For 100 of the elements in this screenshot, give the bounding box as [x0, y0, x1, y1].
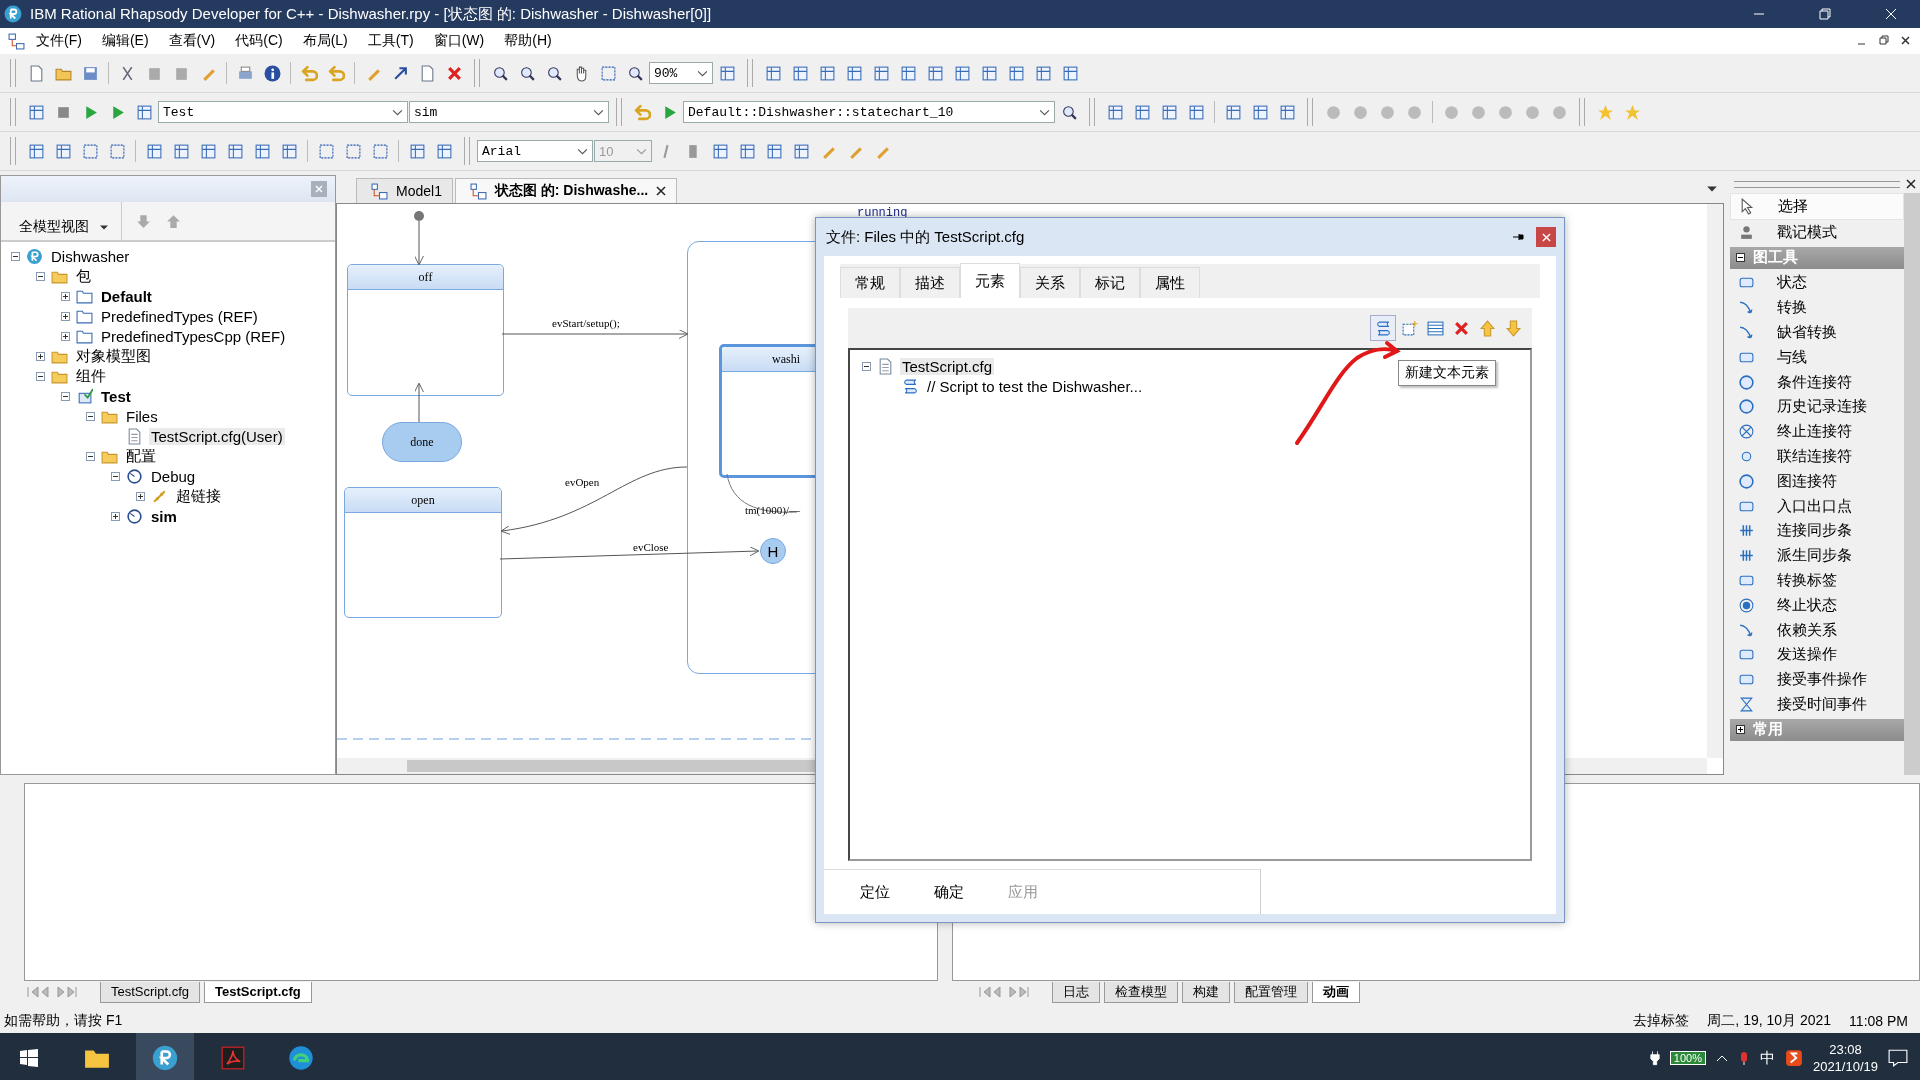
tree-item[interactable]: 包 — [74, 266, 93, 286]
palette-item[interactable]: 条件连接符 — [1730, 369, 1904, 395]
notification-icon[interactable] — [1888, 1049, 1908, 1067]
expand-toggle[interactable] — [36, 351, 48, 361]
collapse-toggle[interactable] — [36, 271, 48, 281]
close-icon[interactable] — [656, 186, 667, 196]
palette-item[interactable]: 图连接符 — [1730, 468, 1904, 494]
dialog-tab[interactable]: 标记 — [1080, 267, 1140, 298]
tree-item[interactable]: PredefinedTypes (REF) — [99, 307, 260, 325]
tree-item[interactable]: sim — [149, 507, 179, 525]
dialog-tab[interactable]: 元素 — [960, 263, 1020, 298]
tree-item[interactable]: 超链接 — [174, 486, 223, 506]
palette-item[interactable]: 连接同步条 — [1730, 518, 1904, 544]
menu-item[interactable]: 窗口(W) — [424, 32, 494, 50]
output-tab[interactable]: 检查模型 — [1104, 981, 1178, 1003]
vertical-scrollbar[interactable] — [1707, 204, 1723, 758]
default-transition-arrow[interactable] — [414, 211, 424, 266]
menu-item[interactable]: 查看(V) — [159, 32, 225, 50]
combo-box[interactable]: Default::Dishwasher::statechart_10 — [683, 101, 1055, 123]
expand-toggle[interactable] — [61, 311, 73, 321]
palette-item[interactable]: 入口出口点 — [1730, 493, 1904, 519]
vertical-scrollbar[interactable] — [1904, 193, 1920, 775]
output-tab[interactable]: TestScript.cfg — [204, 981, 312, 1003]
dialog-tab[interactable]: 属性 — [1140, 267, 1200, 298]
tree-item[interactable]: Debug — [149, 467, 198, 485]
palette-item[interactable]: 终止连接符 — [1730, 419, 1904, 445]
collapse-toggle[interactable] — [11, 251, 23, 261]
menu-item[interactable]: 编辑(E) — [92, 32, 158, 50]
collapse-toggle[interactable] — [61, 391, 73, 401]
output-tab[interactable]: 构建 — [1182, 981, 1230, 1003]
palette-item[interactable]: 接受时间事件 — [1730, 692, 1904, 717]
collapse-toggle[interactable] — [86, 451, 98, 461]
palette-item[interactable]: 联结连接符 — [1730, 444, 1904, 469]
combo-box[interactable]: sim — [409, 101, 609, 123]
palette-item[interactable]: 依赖关系 — [1730, 617, 1904, 643]
dialog-button[interactable]: 定位 — [840, 877, 910, 907]
close-icon[interactable] — [1906, 179, 1916, 189]
pin-icon[interactable] — [1512, 232, 1524, 242]
dialog-tab[interactable]: 关系 — [1020, 267, 1080, 298]
history-connector[interactable]: H — [760, 538, 786, 564]
input-method-indicator[interactable]: 中 — [1759, 1048, 1775, 1068]
tray-icon[interactable] — [1784, 1049, 1803, 1067]
palette-item[interactable]: 缺省转换 — [1730, 320, 1904, 345]
expand-toggle[interactable] — [136, 491, 148, 501]
collapse-toggle[interactable] — [36, 371, 48, 381]
output-tab[interactable]: 配置管理 — [1234, 981, 1308, 1003]
palette-item[interactable]: 接受事件操作 — [1730, 667, 1904, 693]
tree-item[interactable]: Dishwasher — [49, 247, 132, 265]
palette-item[interactable]: 终止状态 — [1730, 592, 1904, 618]
palette-item[interactable]: 派生同步条 — [1730, 543, 1904, 569]
combo-box[interactable]: 90% — [649, 62, 713, 84]
tree-item[interactable]: // Script to test the Dishwasher... — [925, 377, 1145, 395]
collapse-toggle[interactable] — [86, 411, 98, 421]
tree-item[interactable]: 组件 — [74, 366, 108, 386]
palette-item[interactable]: 戳记模式 — [1730, 219, 1904, 245]
collapse-toggle[interactable] — [862, 361, 874, 371]
combo-box[interactable]: Arial — [477, 140, 593, 162]
dropdown-arrow-icon[interactable] — [1706, 185, 1718, 193]
taskbar-button[interactable] — [136, 1033, 194, 1080]
state-node[interactable]: off — [347, 264, 504, 396]
palette-item[interactable]: 与线 — [1730, 345, 1904, 370]
editor-tab[interactable]: Model1 — [356, 178, 453, 203]
menu-item[interactable]: 代码(C) — [226, 32, 292, 50]
output-tab[interactable]: 日志 — [1052, 981, 1100, 1003]
menu-item[interactable]: 布局(L) — [293, 32, 357, 50]
new-text-element-button[interactable] — [1370, 315, 1396, 341]
tree-item[interactable]: TestScript.cfg — [900, 357, 995, 375]
expand-toggle[interactable] — [61, 291, 73, 301]
editor-tab[interactable]: 状态图 的: Dishwashe... — [454, 178, 678, 203]
palette-item[interactable]: 状态 — [1730, 270, 1904, 296]
drag-handle[interactable] — [1734, 180, 1900, 188]
collapse-toggle[interactable] — [111, 471, 123, 481]
dialog-tab[interactable]: 描述 — [900, 267, 960, 298]
tree-item[interactable]: Files — [124, 407, 160, 425]
view-dropdown[interactable]: 全模型视图 — [1, 218, 121, 240]
tree-item[interactable]: Test — [99, 387, 133, 405]
close-button[interactable] — [1536, 227, 1556, 247]
combo-box[interactable]: Test — [158, 101, 408, 123]
expand-toggle[interactable] — [111, 511, 123, 521]
expand-toggle[interactable] — [61, 331, 73, 341]
output-tab[interactable]: TestScript.cfg — [100, 981, 201, 1003]
tree-item[interactable]: PredefinedTypesCpp (REF) — [99, 327, 288, 345]
state-node[interactable]: done — [382, 422, 462, 462]
menu-item[interactable]: 工具(T) — [358, 32, 423, 50]
tree-item[interactable]: Default — [99, 287, 154, 305]
state-node[interactable]: open — [344, 487, 502, 618]
palette-item[interactable]: 转换标签 — [1730, 568, 1904, 593]
palette-item[interactable]: 选择 — [1730, 193, 1904, 220]
palette-item[interactable]: 历史记录连接 — [1730, 394, 1904, 420]
menu-item[interactable]: 帮助(H) — [495, 32, 561, 50]
output-tab[interactable]: 动画 — [1312, 981, 1360, 1003]
dialog-tab[interactable]: 常规 — [840, 267, 900, 298]
tree-item[interactable]: TestScript.cfg(User) — [149, 427, 285, 445]
tree-item[interactable]: 对象模型图 — [74, 346, 153, 366]
dialog-button[interactable]: 确定 — [914, 877, 984, 907]
palette-item[interactable]: 转换 — [1730, 295, 1904, 321]
taskbar-clock[interactable]: 23:08 2021/10/19 — [1812, 1041, 1878, 1075]
palette-item[interactable]: 发送操作 — [1730, 642, 1904, 668]
chevron-up-icon[interactable] — [1715, 1054, 1728, 1062]
tree-item[interactable]: 配置 — [124, 446, 158, 466]
